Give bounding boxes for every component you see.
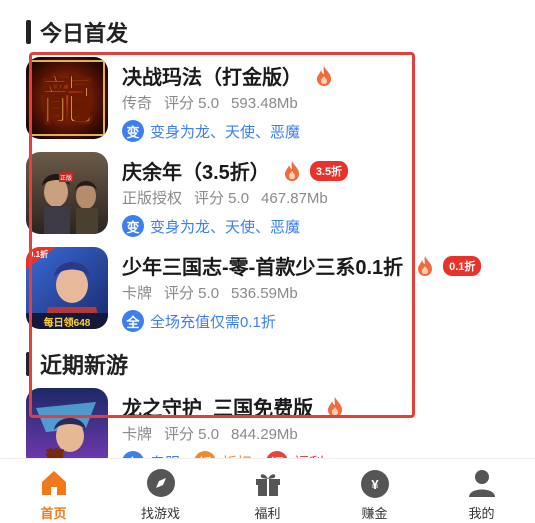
- fire-icon: [418, 255, 433, 276]
- tag-badge: 全: [122, 310, 144, 332]
- game-meta: 正版授权 评分 5.0 467.87Mb: [122, 190, 328, 207]
- fire-icon: [284, 160, 299, 181]
- money-bag-icon: ¥: [360, 470, 389, 498]
- tag-text: 全场充值仅需0.1折: [150, 313, 276, 331]
- game-meta: 传奇 评分 5.0 593.48Mb: [122, 95, 298, 112]
- tab-find-games[interactable]: 找游戏: [107, 459, 214, 523]
- bottom-tab-bar: 首页 找游戏 福利 ¥ 赚金 我的: [0, 458, 535, 523]
- discount-badge: 0.1折: [443, 255, 482, 276]
- tag-badge: 变: [122, 120, 144, 142]
- svg-text:¥: ¥: [371, 477, 379, 492]
- game-name[interactable]: 龙之守护_三国免费版: [122, 392, 313, 421]
- svg-text:每日领648: 每日领648: [44, 316, 91, 329]
- tag-badge: 变: [122, 215, 144, 237]
- tab-home[interactable]: 首页: [0, 459, 107, 523]
- game-item-3[interactable]: 每日领648 0.1折 少年三国志-零-首款少三系0.1折 0.1折 卡牌 评分 …: [26, 247, 506, 337]
- game-name[interactable]: 少年三国志-零-首款少三系0.1折: [122, 251, 403, 280]
- tab-mine[interactable]: 我的: [428, 459, 535, 523]
- compass-icon: [146, 469, 175, 497]
- gift-icon: [255, 474, 280, 496]
- section-bar: [26, 20, 31, 44]
- section-bar: [26, 352, 31, 376]
- game-tags: 变 变身为龙、天使、恶魔: [122, 215, 314, 237]
- home-icon: [41, 471, 66, 495]
- fire-icon: [317, 65, 331, 86]
- game-icon-1[interactable]: 龍: [26, 57, 108, 139]
- game-meta: 卡牌 评分 5.0 536.59Mb: [122, 285, 298, 302]
- svg-text:正版: 正版: [60, 174, 72, 182]
- discount-badge: 3.5折: [309, 160, 349, 181]
- game-tags: 全 全场充值仅需0.1折: [122, 310, 290, 332]
- tag-text: 变身为龙、天使、恶魔: [150, 123, 301, 141]
- section-title-recent: 近期新游: [26, 348, 128, 380]
- section-title-today: 今日首发: [26, 16, 128, 48]
- tab-welfare[interactable]: 福利: [214, 459, 321, 523]
- tag-text: 变身为龙、天使、恶魔: [150, 218, 301, 236]
- game-meta: 卡牌 评分 5.0 844.29Mb: [122, 426, 298, 443]
- game-name[interactable]: 庆余年（3.5折）: [122, 156, 270, 185]
- game-name[interactable]: 决战玛法（打金版）: [122, 61, 302, 90]
- svg-text:龍: 龍: [41, 71, 93, 132]
- game-icon-2[interactable]: 正版: [26, 152, 108, 234]
- game-icon-3[interactable]: 每日领648 0.1折: [26, 247, 108, 329]
- fire-icon: [328, 396, 343, 417]
- user-icon: [468, 470, 495, 497]
- game-tags: 变 变身为龙、天使、恶魔: [122, 120, 314, 142]
- svg-text:0.1折: 0.1折: [29, 249, 48, 259]
- tab-earn[interactable]: ¥ 赚金: [321, 459, 428, 523]
- game-item-1[interactable]: 龍 决战玛法（打金版） 传奇 评分 5.0 593.48Mb 变 变身为龙、天使、恶…: [26, 57, 506, 147]
- game-item-2[interactable]: 正版 庆余年（3.5折） 3.5折 正版授权 评分 5.0 467.87Mb 变 变…: [26, 152, 506, 242]
